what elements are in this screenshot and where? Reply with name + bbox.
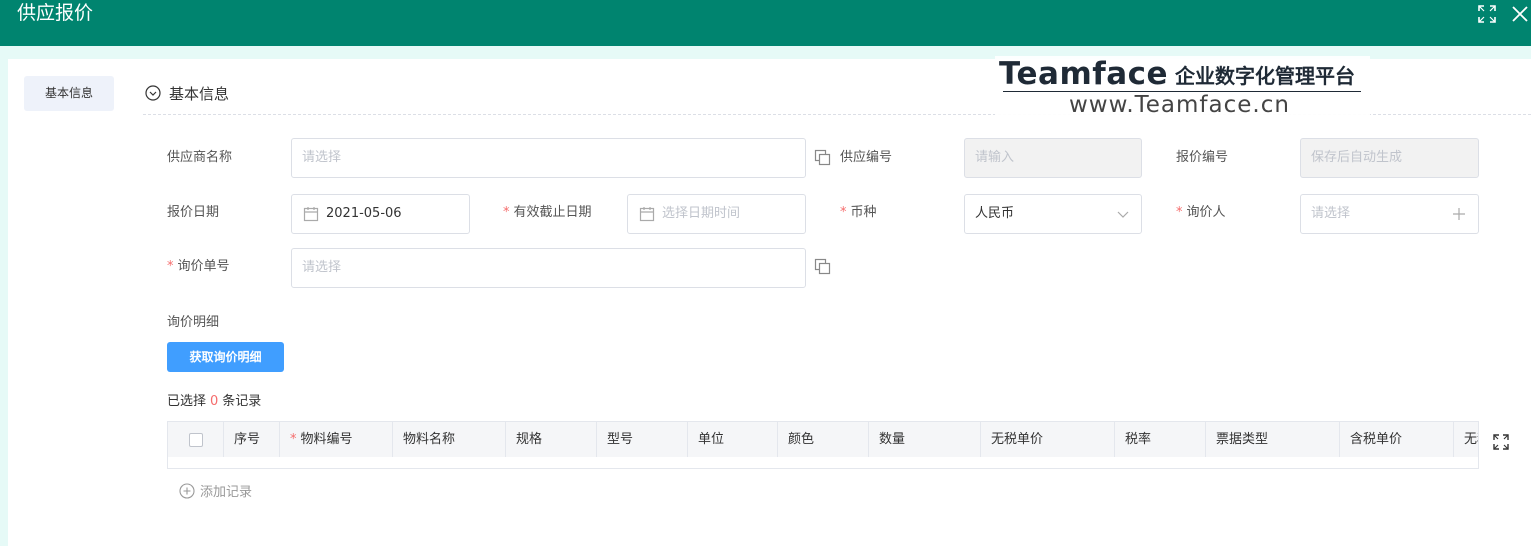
expand-table-icon[interactable] [1492, 433, 1510, 451]
calendar-icon [303, 207, 319, 222]
watermark-dot: · [1159, 67, 1164, 83]
required-mark: * [290, 432, 297, 447]
selected-suffix: 条记录 [222, 394, 262, 409]
column-header[interactable]: 规格 [506, 422, 597, 457]
column-header[interactable]: 物料名称 [393, 422, 506, 457]
watermark-url: www.Teamface.cn [1069, 92, 1290, 118]
dialog-header: 供应报价 [0, 0, 1531, 46]
valid-until-placeholder: 选择日期时间 [662, 206, 741, 221]
inquiry-no-label: * 询价单号 [167, 258, 230, 276]
dialog-title: 供应报价 [17, 2, 94, 24]
copy-icon[interactable] [814, 149, 831, 166]
column-header[interactable]: 单位 [688, 422, 778, 457]
quote-date-input[interactable]: 2021-05-06 [291, 194, 470, 234]
details-table: 序号 * 物料编号 物料名称 规格 型号 单位 颜色 数量 无税单价 税率 票据类… [167, 421, 1479, 469]
required-mark: * [1176, 205, 1183, 220]
fetch-inquiry-details-button[interactable]: 获取询价明细 [167, 342, 284, 372]
required-mark: * [840, 205, 847, 220]
inquiry-no-input[interactable]: 请选择 [291, 248, 806, 288]
inquirer-label-text: 询价人 [1186, 205, 1226, 220]
column-header-text: 物料编号 [300, 432, 353, 447]
select-all-checkbox[interactable] [188, 432, 203, 447]
chevron-down-circle-icon [145, 85, 161, 101]
table-header: 序号 * 物料编号 物料名称 规格 型号 单位 颜色 数量 无税单价 税率 票据类… [168, 422, 1478, 457]
column-header[interactable]: 颜色 [778, 422, 869, 457]
supplier-code-label: 供应编号 [840, 150, 893, 165]
chevron-down-icon [1117, 211, 1129, 218]
inquirer-placeholder: 请选择 [1311, 206, 1351, 221]
copy-icon[interactable] [814, 258, 831, 275]
select-all-cell [168, 422, 224, 457]
add-record-button[interactable]: 添加记录 [179, 481, 252, 500]
fullscreen-icon[interactable] [1477, 4, 1497, 24]
column-header[interactable]: 无税 [1454, 422, 1478, 457]
calendar-icon [639, 207, 655, 222]
column-header[interactable]: 无税单价 [981, 422, 1115, 457]
sidebar-tab-basic-info[interactable]: 基本信息 [24, 76, 114, 111]
currency-label-text: 币种 [850, 205, 877, 220]
inquiry-details-label: 询价明细 [167, 315, 220, 330]
column-header[interactable]: 序号 [224, 422, 280, 457]
quote-code-label: 报价编号 [1176, 150, 1229, 165]
section-title: 基本信息 [169, 84, 230, 103]
dialog-body: 基本信息 基本信息 Teamface · 企业数字化管理平台 www.Teamf… [8, 56, 1531, 546]
column-header[interactable]: * 物料编号 [280, 422, 393, 457]
watermark-brand: Teamface [999, 56, 1169, 92]
inquiry-no-label-text: 询价单号 [177, 259, 230, 274]
section-toggle-basic-info[interactable]: 基本信息 [145, 82, 229, 104]
valid-until-label: * 有效截止日期 [503, 204, 592, 222]
selected-count-text: 已选择 0 条记录 [167, 390, 261, 409]
column-header[interactable]: 数量 [869, 422, 981, 457]
quote-date-value: 2021-05-06 [326, 206, 402, 221]
column-header[interactable]: 型号 [597, 422, 688, 457]
currency-select[interactable]: 人民币 [964, 194, 1142, 234]
plus-icon[interactable] [1451, 206, 1467, 222]
close-icon[interactable] [1510, 4, 1530, 24]
watermark-slogan: 企业数字化管理平台 [1175, 64, 1355, 88]
plus-circle-icon [179, 482, 195, 499]
valid-until-input[interactable]: 选择日期时间 [627, 194, 806, 234]
add-record-label: 添加记录 [200, 485, 253, 500]
quote-code-input: 保存后自动生成 [1300, 138, 1479, 178]
currency-value: 人民币 [975, 206, 1015, 221]
supplier-code-input[interactable]: 请输入 [964, 138, 1142, 178]
column-header[interactable]: 税率 [1115, 422, 1206, 457]
supplier-name-input[interactable]: 请选择 [291, 138, 806, 178]
required-mark: * [167, 259, 174, 274]
selected-count: 0 [210, 394, 219, 409]
column-header[interactable]: 票据类型 [1206, 422, 1340, 457]
quote-date-label: 报价日期 [167, 205, 220, 220]
supplier-name-label: 供应商名称 [167, 150, 233, 165]
required-mark: * [503, 205, 510, 220]
inquirer-select[interactable]: 请选择 [1300, 194, 1479, 234]
valid-until-label-text: 有效截止日期 [513, 205, 592, 220]
watermark: Teamface · 企业数字化管理平台 www.Teamface.cn [995, 56, 1370, 120]
selected-prefix: 已选择 [167, 394, 207, 409]
currency-label: * 币种 [840, 204, 877, 222]
inquirer-label: * 询价人 [1176, 204, 1226, 222]
column-header[interactable]: 含税单价 [1340, 422, 1454, 457]
